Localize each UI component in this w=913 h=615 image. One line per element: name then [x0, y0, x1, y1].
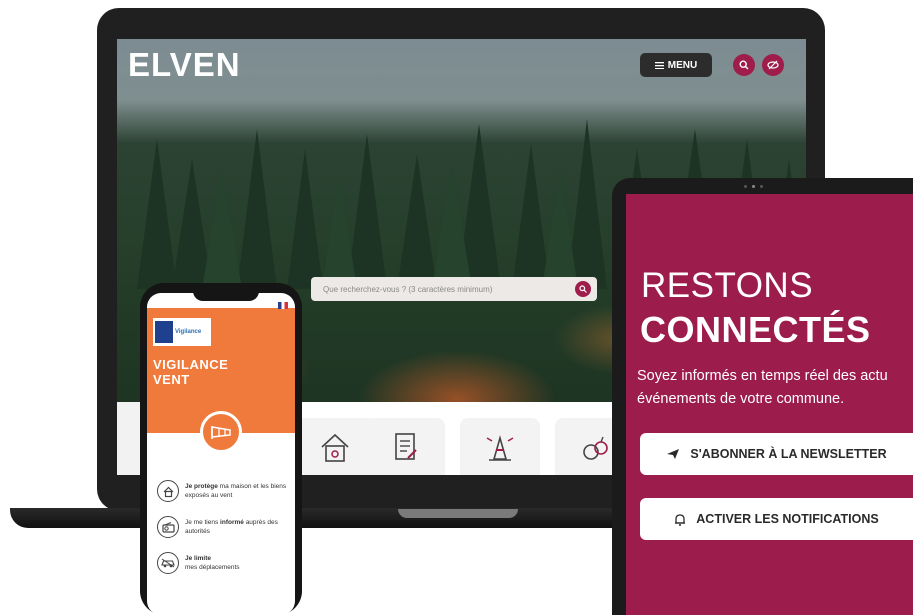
- alert-title-line2: VENT: [153, 372, 190, 387]
- site-logo[interactable]: ELVEN: [128, 46, 241, 84]
- newsletter-label: S'ABONNER À LA NEWSLETTER: [690, 447, 887, 461]
- laptop-notch: [398, 509, 518, 518]
- accessibility-button[interactable]: [762, 54, 784, 76]
- tablet-description: Soyez informés en temps réel des actu év…: [637, 368, 888, 407]
- tablet-camera: [738, 185, 768, 189]
- notifications-button[interactable]: ACTIVER LES NOTIFICATIONS: [640, 498, 913, 540]
- search-icon: [579, 285, 587, 293]
- tip-protect-text: Je protège ma maison et les biens exposé…: [185, 483, 287, 499]
- windsock-badge: [200, 411, 242, 453]
- tip-limit-text: Je limite mes déplacements: [185, 555, 240, 571]
- quick-access-documents[interactable]: [365, 418, 445, 475]
- badge-text: Vigilance: [175, 329, 202, 335]
- quick-access-roadworks[interactable]: [460, 418, 540, 475]
- house-icon: [321, 433, 349, 462]
- search-button[interactable]: [733, 54, 755, 76]
- quick-access-housing[interactable]: [295, 418, 375, 475]
- french-flag-icon: [278, 302, 288, 309]
- vigilance-badge: Vigilance: [153, 318, 211, 346]
- alert-title: VIGILANCE VENT: [153, 357, 263, 387]
- radio-icon: [157, 516, 179, 538]
- menu-button[interactable]: MENU: [640, 53, 712, 77]
- hamburger-icon: [654, 61, 664, 69]
- search-submit-button[interactable]: [575, 281, 591, 297]
- newsletter-button[interactable]: S'ABONNER À LA NEWSLETTER: [640, 433, 913, 475]
- windsock-icon: [211, 426, 231, 439]
- search-placeholder: Que recherchez-vous ? (3 caractères mini…: [323, 284, 493, 294]
- republic-logo-icon: [155, 321, 173, 343]
- menu-label: MENU: [667, 59, 698, 71]
- eye-slash-icon: [767, 60, 779, 70]
- headline-light: RESTONS: [641, 266, 814, 305]
- site-search-input[interactable]: Que recherchez-vous ? (3 caractères mini…: [311, 277, 597, 301]
- tip-limit-travel: Je limite mes déplacements: [157, 552, 297, 574]
- headline-bold: CONNECTÉS: [640, 309, 871, 350]
- tip-protect: Je protège ma maison et les biens exposé…: [157, 480, 297, 502]
- phone-notch: [193, 289, 259, 301]
- notifications-label: ACTIVER LES NOTIFICATIONS: [696, 512, 879, 526]
- bell-icon: [675, 513, 686, 526]
- search-icon: [739, 60, 749, 70]
- traffic-cone-icon: [486, 434, 514, 461]
- apple-basket-icon: [583, 436, 608, 460]
- document-icon: [395, 432, 417, 460]
- car-icon: [157, 552, 179, 574]
- alert-title-line1: VIGILANCE: [153, 357, 229, 372]
- paper-plane-icon: [667, 449, 680, 459]
- house-hand-icon: [157, 480, 179, 502]
- tip-informed: Je me tiens informé auprès des autorités: [157, 516, 297, 538]
- tip-informed-text: Je me tiens informé auprès des autorités: [185, 519, 278, 535]
